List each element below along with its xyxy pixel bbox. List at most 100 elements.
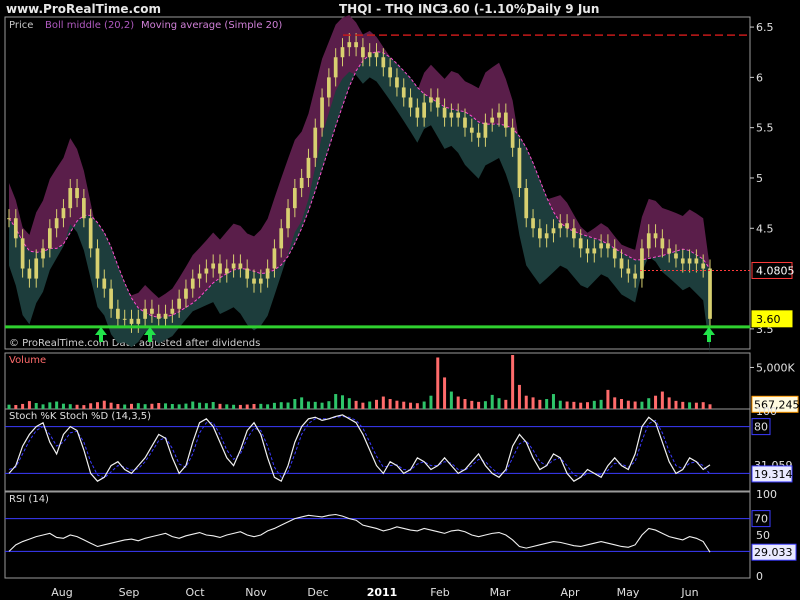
time-tick-label: Apr [560,586,580,599]
chart-window: www.ProRealTime.com THQI - THQ INC. 3.60… [0,0,800,600]
candle-body [102,278,107,289]
candle-body [61,208,66,219]
volume-bar [150,403,154,409]
bollinger-lower-band [9,51,710,353]
volume-bar [327,401,331,409]
candle-body [395,77,399,88]
price-tick-label: 6 [756,71,763,84]
volume-bar [286,402,290,409]
candle-body [20,238,25,269]
candle-body [150,308,154,314]
rsi-tick-50: 50 [756,529,770,542]
candle-body [435,97,440,108]
volume-bar [340,395,344,409]
candle-body [694,258,699,264]
candle-body [422,102,427,118]
volume-bar [409,402,413,409]
candle-body [41,248,45,259]
candle-body [592,248,597,254]
volume-bar [572,401,576,409]
candle-body [476,132,481,138]
volume-bar [483,401,487,409]
stoch-d-line [8,415,711,479]
candle-body [88,218,93,249]
volume-bar [599,399,603,409]
candle-body [531,218,535,229]
volume-bar [477,401,481,409]
price-tick-label: 4.5 [756,222,774,235]
candle-body [190,278,195,289]
price-tick-label: 5.5 [756,122,774,135]
candle-body [177,298,181,309]
volume-bar [449,391,453,409]
volume-bar [429,395,433,409]
volume-bar [21,403,25,409]
volume-bar [402,401,406,409]
time-tick-label: Dec [307,586,328,599]
candle-body [320,97,324,128]
candle-body [415,107,420,118]
volume-bar [320,402,324,409]
candle-body [660,238,665,249]
volume-bar [34,403,38,409]
volume-bar [708,404,712,409]
candle-body [143,308,147,319]
volume-bar [204,403,208,409]
volume-bar [524,395,528,409]
volume-bar [381,396,385,409]
price-plot [5,15,750,353]
volume-bar [688,402,692,409]
volume-bar [252,404,256,409]
time-tick-label: Aug [51,586,72,599]
volume-bar [184,403,188,409]
candle-body [469,127,474,133]
volume-bar [41,404,45,409]
candle-body [687,258,692,264]
candle-body [327,77,331,98]
candle-body [674,253,678,259]
volume-bar [259,403,263,409]
candle-body [163,313,168,319]
time-tick-label: May [617,586,640,599]
volume-bar [300,397,304,409]
volume-bar [654,395,658,409]
rsi-panel-frame [4,491,751,579]
candle-body [524,188,529,219]
volume-bar [245,404,249,409]
stoch-tick-80: 80 [754,421,768,434]
volume-bar [48,402,52,409]
volume-bar [238,404,242,409]
volume-bar [565,401,569,409]
rsi-tick-0: 0 [756,570,763,583]
candle-body [626,268,631,274]
time-tick-label: Nov [245,586,267,599]
candle-body [129,318,134,324]
candle-body [578,238,583,249]
volume-bar [170,404,174,409]
candle-body [606,243,610,249]
candle-body [218,263,222,274]
candle-body [367,52,372,58]
candle-body [347,42,352,48]
volume-bar [375,399,379,409]
volume-bar [109,402,113,409]
volume-bar [89,403,93,409]
volume-bar [470,400,474,409]
volume-bar [368,401,372,409]
volume-bar [551,394,555,409]
candle-body [708,268,712,319]
candle-body [646,233,651,249]
candle-body [361,47,365,58]
candle-body [184,288,188,299]
candle-body [381,57,386,68]
volume-bar [579,402,583,409]
rsi-line [8,513,711,553]
volume-bar [272,402,276,409]
candle-body [82,198,86,219]
rsi-tick-100: 100 [756,488,777,501]
stoch-k-line [8,414,711,483]
volume-bar [116,404,120,409]
stoch-tick-100: 100 [756,405,777,418]
candle-body [204,268,209,274]
candle-body [265,268,270,279]
